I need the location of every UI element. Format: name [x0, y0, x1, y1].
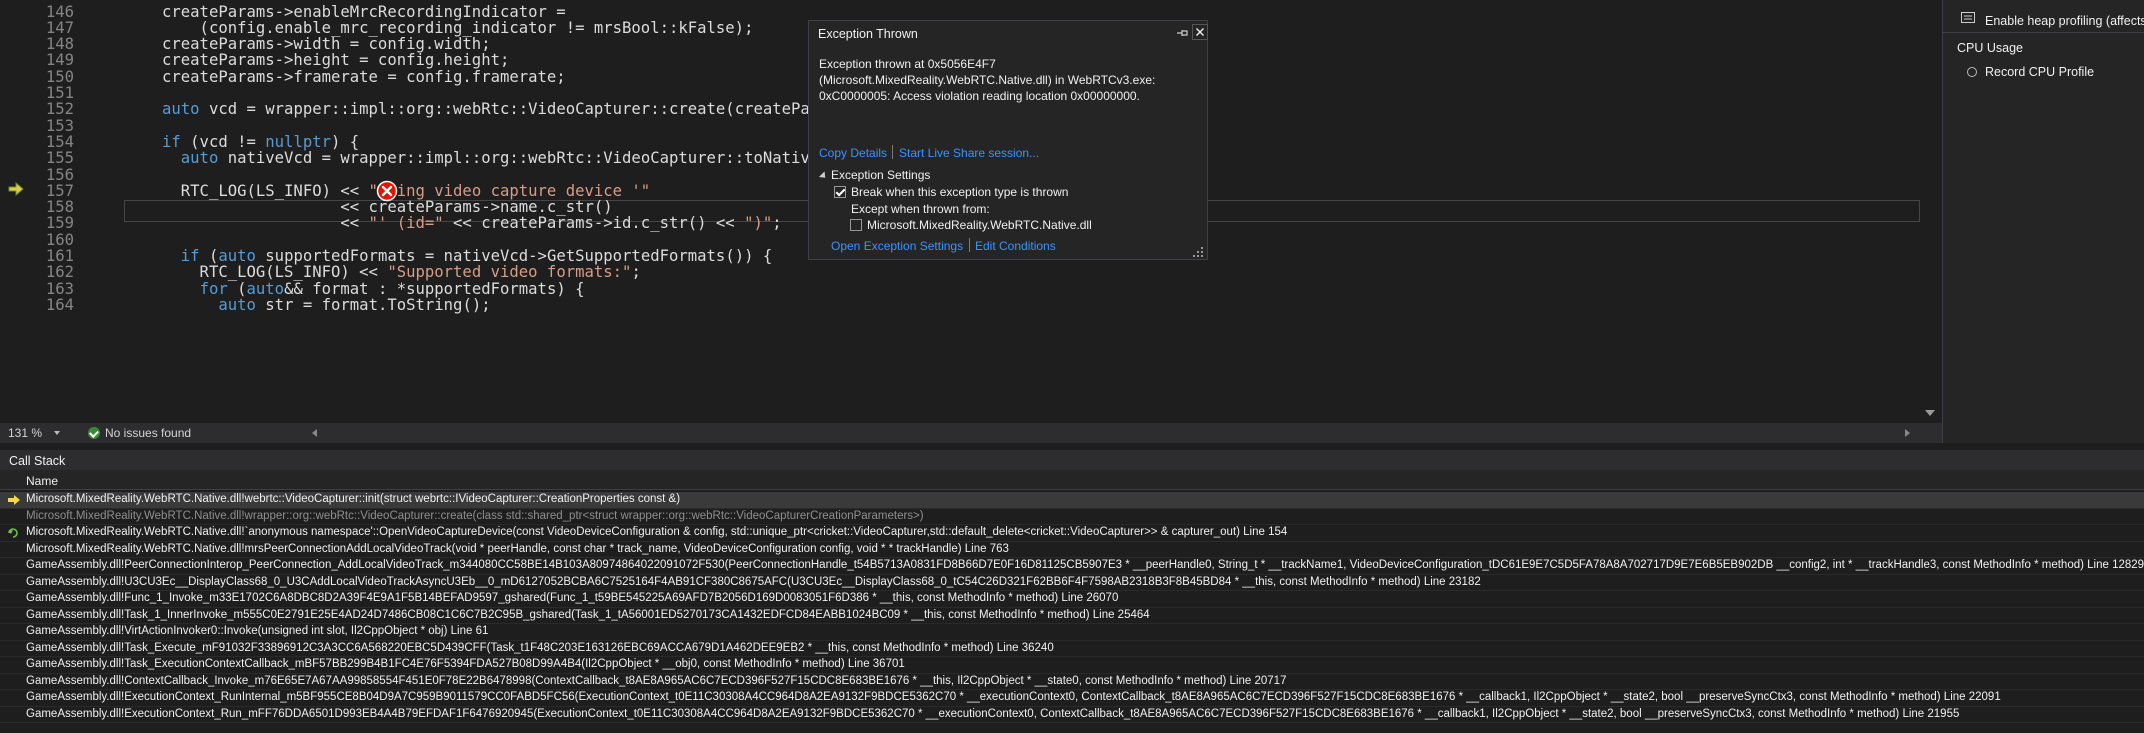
call-stack-frame-text: GameAssembly.dll!Task_ExecutionContextCa…: [26, 658, 905, 670]
return-frame-arrow-icon: [8, 528, 18, 538]
break-when-thrown-label: Break when this exception type is thrown: [851, 185, 1069, 199]
record-cpu-profile-button[interactable]: Record CPU Profile: [1985, 65, 2094, 79]
call-stack-frame-text: Microsoft.MixedReality.WebRTC.Native.dll…: [26, 509, 924, 522]
enable-heap-profiling-label[interactable]: Enable heap profiling (affects p: [1985, 14, 2144, 28]
call-stack-frame-text: GameAssembly.dll!ExecutionContext_RunInt…: [26, 691, 2001, 703]
heap-profiling-icon[interactable]: [1961, 12, 1975, 23]
cpu-usage-header: CPU Usage: [1957, 41, 2023, 55]
scroll-right-arrow-icon[interactable]: [1905, 429, 1910, 437]
call-stack-row[interactable]: Microsoft.MixedReality.WebRTC.Native.dll…: [0, 525, 2144, 542]
call-stack-row[interactable]: GameAssembly.dll!PeerConnectionInterop_P…: [0, 558, 2144, 575]
call-stack-frame-text: GameAssembly.dll!Func_1_Invoke_m33E1702C…: [26, 592, 1119, 604]
current-frame-arrow-icon: [8, 495, 20, 505]
exception-title: Exception Thrown: [818, 27, 918, 41]
zoom-level[interactable]: 131 %: [8, 426, 42, 440]
call-stack-frame-text: GameAssembly.dll!PeerConnectionInterop_P…: [26, 559, 2144, 571]
call-stack-frame-text: GameAssembly.dll!Task_Execute_mF91032F33…: [26, 641, 1054, 654]
line-number: 164: [45, 295, 74, 314]
code-line[interactable]: 164 auto str = format.ToString();: [0, 294, 1930, 316]
call-stack-row[interactable]: GameAssembly.dll!VirtActionInvoker0::Inv…: [0, 624, 2144, 641]
call-stack-frame-text: GameAssembly.dll!ContextCallback_Invoke_…: [26, 674, 1287, 687]
call-stack-row[interactable]: GameAssembly.dll!Task_ExecutionContextCa…: [0, 657, 2144, 674]
scroll-left-arrow-icon[interactable]: [312, 429, 317, 437]
call-stack-frame-text: Microsoft.MixedReality.WebRTC.Native.dll…: [26, 526, 1288, 538]
copy-details-link[interactable]: Copy Details: [819, 146, 887, 160]
editor-status-bar: 131 % No issues found: [0, 423, 1942, 443]
call-stack-rows[interactable]: Microsoft.MixedReality.WebRTC.Native.dll…: [0, 492, 2144, 723]
call-stack-title-bar: Call Stack: [0, 450, 2144, 470]
call-stack-frame-text: Microsoft.MixedReality.WebRTC.Native.dll…: [26, 493, 681, 505]
call-stack-column-header[interactable]: Name: [0, 470, 2144, 490]
call-stack-window: Call Stack Name Microsoft.MixedReality.W…: [0, 450, 2144, 733]
no-issues-check-icon: [88, 427, 100, 439]
call-stack-row[interactable]: Microsoft.MixedReality.WebRTC.Native.dll…: [0, 509, 2144, 525]
zoom-dropdown-caret-icon[interactable]: [54, 431, 60, 435]
record-icon[interactable]: [1967, 67, 1977, 77]
link-divider: [969, 238, 970, 252]
break-when-thrown-checkbox[interactable]: [834, 186, 846, 198]
except-when-thrown-label: Except when thrown from:: [851, 202, 990, 216]
open-exception-settings-link[interactable]: Open Exception Settings: [831, 239, 963, 253]
edit-conditions-link[interactable]: Edit Conditions: [975, 239, 1056, 253]
call-stack-row[interactable]: Microsoft.MixedReality.WebRTC.Native.dll…: [0, 492, 2144, 509]
module-exclusion-checkbox[interactable]: [850, 219, 862, 231]
call-stack-title: Call Stack: [9, 454, 66, 468]
close-icon[interactable]: [1192, 24, 1208, 40]
scroll-down-arrow-icon[interactable]: [1925, 410, 1935, 416]
call-stack-frame-text: GameAssembly.dll!ExecutionContext_Run_mF…: [26, 707, 1960, 720]
diagnostic-tools-panel: Enable heap profiling (affects p CPU Usa…: [1942, 0, 2144, 443]
panel-divider: [1943, 32, 2144, 33]
call-stack-row[interactable]: GameAssembly.dll!ContextCallback_Invoke_…: [0, 674, 2144, 690]
horizontal-scrollbar[interactable]: [320, 429, 1900, 437]
call-stack-row[interactable]: GameAssembly.dll!Task_Execute_mF91032F33…: [0, 641, 2144, 657]
exception-settings-header[interactable]: Exception Settings: [831, 168, 930, 182]
issues-status[interactable]: No issues found: [105, 426, 191, 440]
exception-helper-popup: Exception Thrown Exception thrown at 0x5…: [808, 20, 1208, 260]
call-stack-row[interactable]: GameAssembly.dll!ExecutionContext_RunInt…: [0, 690, 2144, 707]
pin-icon[interactable]: [1175, 27, 1189, 39]
link-divider: [892, 145, 893, 159]
exception-message: Exception thrown at 0x5056E4F7 (Microsof…: [819, 57, 1156, 103]
call-stack-row[interactable]: GameAssembly.dll!Task_1_InnerInvoke_m555…: [0, 608, 2144, 624]
resize-grip-icon[interactable]: [1193, 247, 1203, 257]
module-exclusion-label: Microsoft.MixedReality.WebRTC.Native.dll: [867, 218, 1092, 232]
call-stack-row[interactable]: GameAssembly.dll!U3CU3Ec__DisplayClass68…: [0, 575, 2144, 591]
call-stack-frame-text: GameAssembly.dll!Task_1_InnerInvoke_m555…: [26, 608, 1150, 621]
exception-error-icon: [376, 180, 398, 202]
name-column-header[interactable]: Name: [26, 474, 58, 488]
call-stack-frame-text: GameAssembly.dll!VirtActionInvoker0::Inv…: [26, 625, 489, 637]
collapse-caret-icon[interactable]: [818, 171, 829, 181]
code-text[interactable]: auto str = format.ToString();: [162, 294, 490, 316]
call-stack-frame-text: Microsoft.MixedReality.WebRTC.Native.dll…: [26, 542, 1009, 555]
live-share-link[interactable]: Start Live Share session...: [899, 146, 1039, 160]
call-stack-row[interactable]: Microsoft.MixedReality.WebRTC.Native.dll…: [0, 542, 2144, 558]
call-stack-row[interactable]: GameAssembly.dll!ExecutionContext_Run_mF…: [0, 707, 2144, 723]
call-stack-frame-text: GameAssembly.dll!U3CU3Ec__DisplayClass68…: [26, 575, 1481, 588]
vertical-scrollbar[interactable]: [1920, 0, 1940, 423]
call-stack-row[interactable]: GameAssembly.dll!Func_1_Invoke_m33E1702C…: [0, 591, 2144, 608]
